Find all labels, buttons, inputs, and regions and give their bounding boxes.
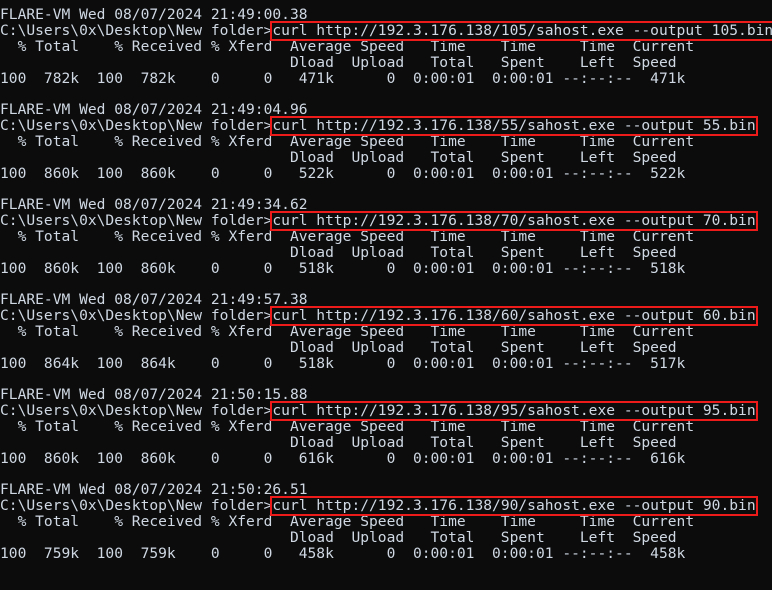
progress-header-row-1: % Total % Received % Xferd Average Speed… [0,133,695,150]
command-line[interactable]: C:\Users\0x\Desktop\New folder>curl http… [0,21,772,41]
prompt-banner: FLARE-VM Wed 08/07/2024 21:50:15.88 [0,386,308,403]
curl-output-block: FLARE-VM Wed 08/07/2024 21:49:34.62 C:\Us… [0,197,772,292]
prompt-path: C:\Users\0x\Desktop\New folder> [0,212,273,229]
progress-header-row-2: Dload Upload Total Spent Left Speed [0,339,677,356]
prompt-banner: FLARE-VM Wed 08/07/2024 21:49:34.62 [0,196,308,213]
progress-stats-row: 100 782k 100 782k 0 0 471k 0 0:00:01 0:0… [0,70,686,87]
terminal-window[interactable]: FLARE-VM Wed 08/07/2024 21:49:00.38 C:\Us… [0,0,772,590]
progress-header-row-2: Dload Upload Total Spent Left Speed [0,434,677,451]
progress-stats-row: 100 860k 100 860k 0 0 522k 0 0:00:01 0:0… [0,165,686,182]
highlighted-curl-command[interactable]: curl http://192.3.176.138/70/sahost.exe … [270,211,758,231]
progress-header-row-2: Dload Upload Total Spent Left Speed [0,244,677,261]
highlighted-curl-command[interactable]: curl http://192.3.176.138/105/sahost.exe… [270,21,772,41]
blank-separator-line [0,467,772,482]
blank-separator-line [0,277,772,292]
progress-stats-row: 100 860k 100 860k 0 0 518k 0 0:00:01 0:0… [0,260,686,277]
command-line[interactable]: C:\Users\0x\Desktop\New folder>curl http… [0,496,772,516]
blank-separator-line [0,372,772,387]
progress-stats-row: 100 860k 100 860k 0 0 616k 0 0:00:01 0:0… [0,450,686,467]
command-line[interactable]: C:\Users\0x\Desktop\New folder>curl http… [0,211,772,231]
prompt-banner: FLARE-VM Wed 08/07/2024 21:49:00.38 [0,6,308,23]
progress-header-row-1: % Total % Received % Xferd Average Speed… [0,418,695,435]
progress-header-row-1: % Total % Received % Xferd Average Speed… [0,228,695,245]
curl-output-block: FLARE-VM Wed 08/07/2024 21:49:57.38 C:\Us… [0,292,772,387]
blank-separator-line [0,87,772,102]
progress-header-row-2: Dload Upload Total Spent Left Speed [0,54,677,71]
prompt-path: C:\Users\0x\Desktop\New folder> [0,307,273,324]
curl-output-block: FLARE-VM Wed 08/07/2024 21:50:26.51 C:\Us… [0,482,772,562]
curl-output-block: FLARE-VM Wed 08/07/2024 21:49:00.38 C:\Us… [0,7,772,102]
curl-output-block: FLARE-VM Wed 08/07/2024 21:49:04.96 C:\Us… [0,102,772,197]
highlighted-curl-command[interactable]: curl http://192.3.176.138/60/sahost.exe … [270,306,758,326]
prompt-banner: FLARE-VM Wed 08/07/2024 21:49:57.38 [0,291,308,308]
prompt-banner: FLARE-VM Wed 08/07/2024 21:50:26.51 [0,481,308,498]
progress-header-row-1: % Total % Received % Xferd Average Speed… [0,323,695,340]
progress-header-row-2: Dload Upload Total Spent Left Speed [0,149,677,166]
progress-stats-row: 100 759k 100 759k 0 0 458k 0 0:00:01 0:0… [0,545,686,562]
progress-header-row-1: % Total % Received % Xferd Average Speed… [0,513,695,530]
highlighted-curl-command[interactable]: curl http://192.3.176.138/90/sahost.exe … [270,496,758,516]
command-line[interactable]: C:\Users\0x\Desktop\New folder>curl http… [0,401,772,421]
curl-output-block: FLARE-VM Wed 08/07/2024 21:50:15.88 C:\Us… [0,387,772,482]
prompt-path: C:\Users\0x\Desktop\New folder> [0,402,273,419]
prompt-path: C:\Users\0x\Desktop\New folder> [0,22,273,39]
prompt-path: C:\Users\0x\Desktop\New folder> [0,117,273,134]
highlighted-curl-command[interactable]: curl http://192.3.176.138/95/sahost.exe … [270,401,758,421]
blank-separator-line [0,182,772,197]
prompt-banner: FLARE-VM Wed 08/07/2024 21:49:04.96 [0,101,308,118]
highlighted-curl-command[interactable]: curl http://192.3.176.138/55/sahost.exe … [270,116,758,136]
command-line[interactable]: C:\Users\0x\Desktop\New folder>curl http… [0,116,772,136]
progress-header-row-1: % Total % Received % Xferd Average Speed… [0,38,695,55]
progress-header-row-2: Dload Upload Total Spent Left Speed [0,529,677,546]
progress-stats-row: 100 864k 100 864k 0 0 518k 0 0:00:01 0:0… [0,355,686,372]
command-line[interactable]: C:\Users\0x\Desktop\New folder>curl http… [0,306,772,326]
prompt-path: C:\Users\0x\Desktop\New folder> [0,497,273,514]
